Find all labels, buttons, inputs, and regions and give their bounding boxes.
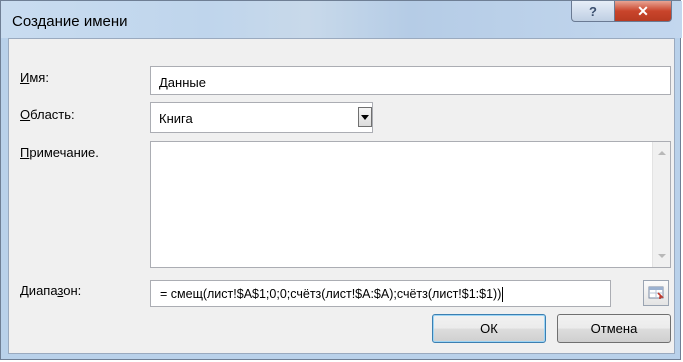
title-bar[interactable]: Создание имени ? ✕ [1,1,682,38]
cancel-button[interactable]: Отмена [557,314,671,343]
range-select-icon [648,286,664,299]
range-label: Диапазон: [20,283,82,298]
name-label: Имя: [20,70,49,85]
scope-select[interactable]: Книга [150,102,373,133]
range-formula: = смещ(лист!$A$1;0;0;счётз(лист!$A:$A);с… [160,287,502,301]
close-button[interactable]: ✕ [614,1,672,22]
scroll-down-arrow-icon[interactable] [658,254,666,258]
scope-value: Книга [159,111,193,126]
comment-textarea[interactable] [150,141,671,268]
range-input[interactable]: = смещ(лист!$A$1;0;0;счётз(лист!$A:$A);с… [150,280,611,307]
name-input[interactable]: Данные [150,66,671,95]
dialog-title: Создание имени [12,13,128,30]
create-name-dialog: Создание имени ? ✕ Имя: Данные Область: … [0,0,682,360]
scope-label: Область: [20,107,75,122]
dialog-body: Имя: Данные Область: Книга Примечание. Д… [8,38,675,354]
ok-button[interactable]: ОК [432,314,546,343]
collapse-dialog-button[interactable] [643,280,669,306]
dropdown-button[interactable] [358,107,372,127]
help-icon: ? [589,3,597,19]
comment-label: Примечание. [20,145,99,160]
text-cursor [502,287,504,303]
comment-scrollbar[interactable] [652,142,670,267]
scroll-up-arrow-icon[interactable] [658,151,666,155]
help-button[interactable]: ? [571,1,615,22]
close-icon: ✕ [637,2,649,19]
chevron-down-icon [361,114,369,120]
